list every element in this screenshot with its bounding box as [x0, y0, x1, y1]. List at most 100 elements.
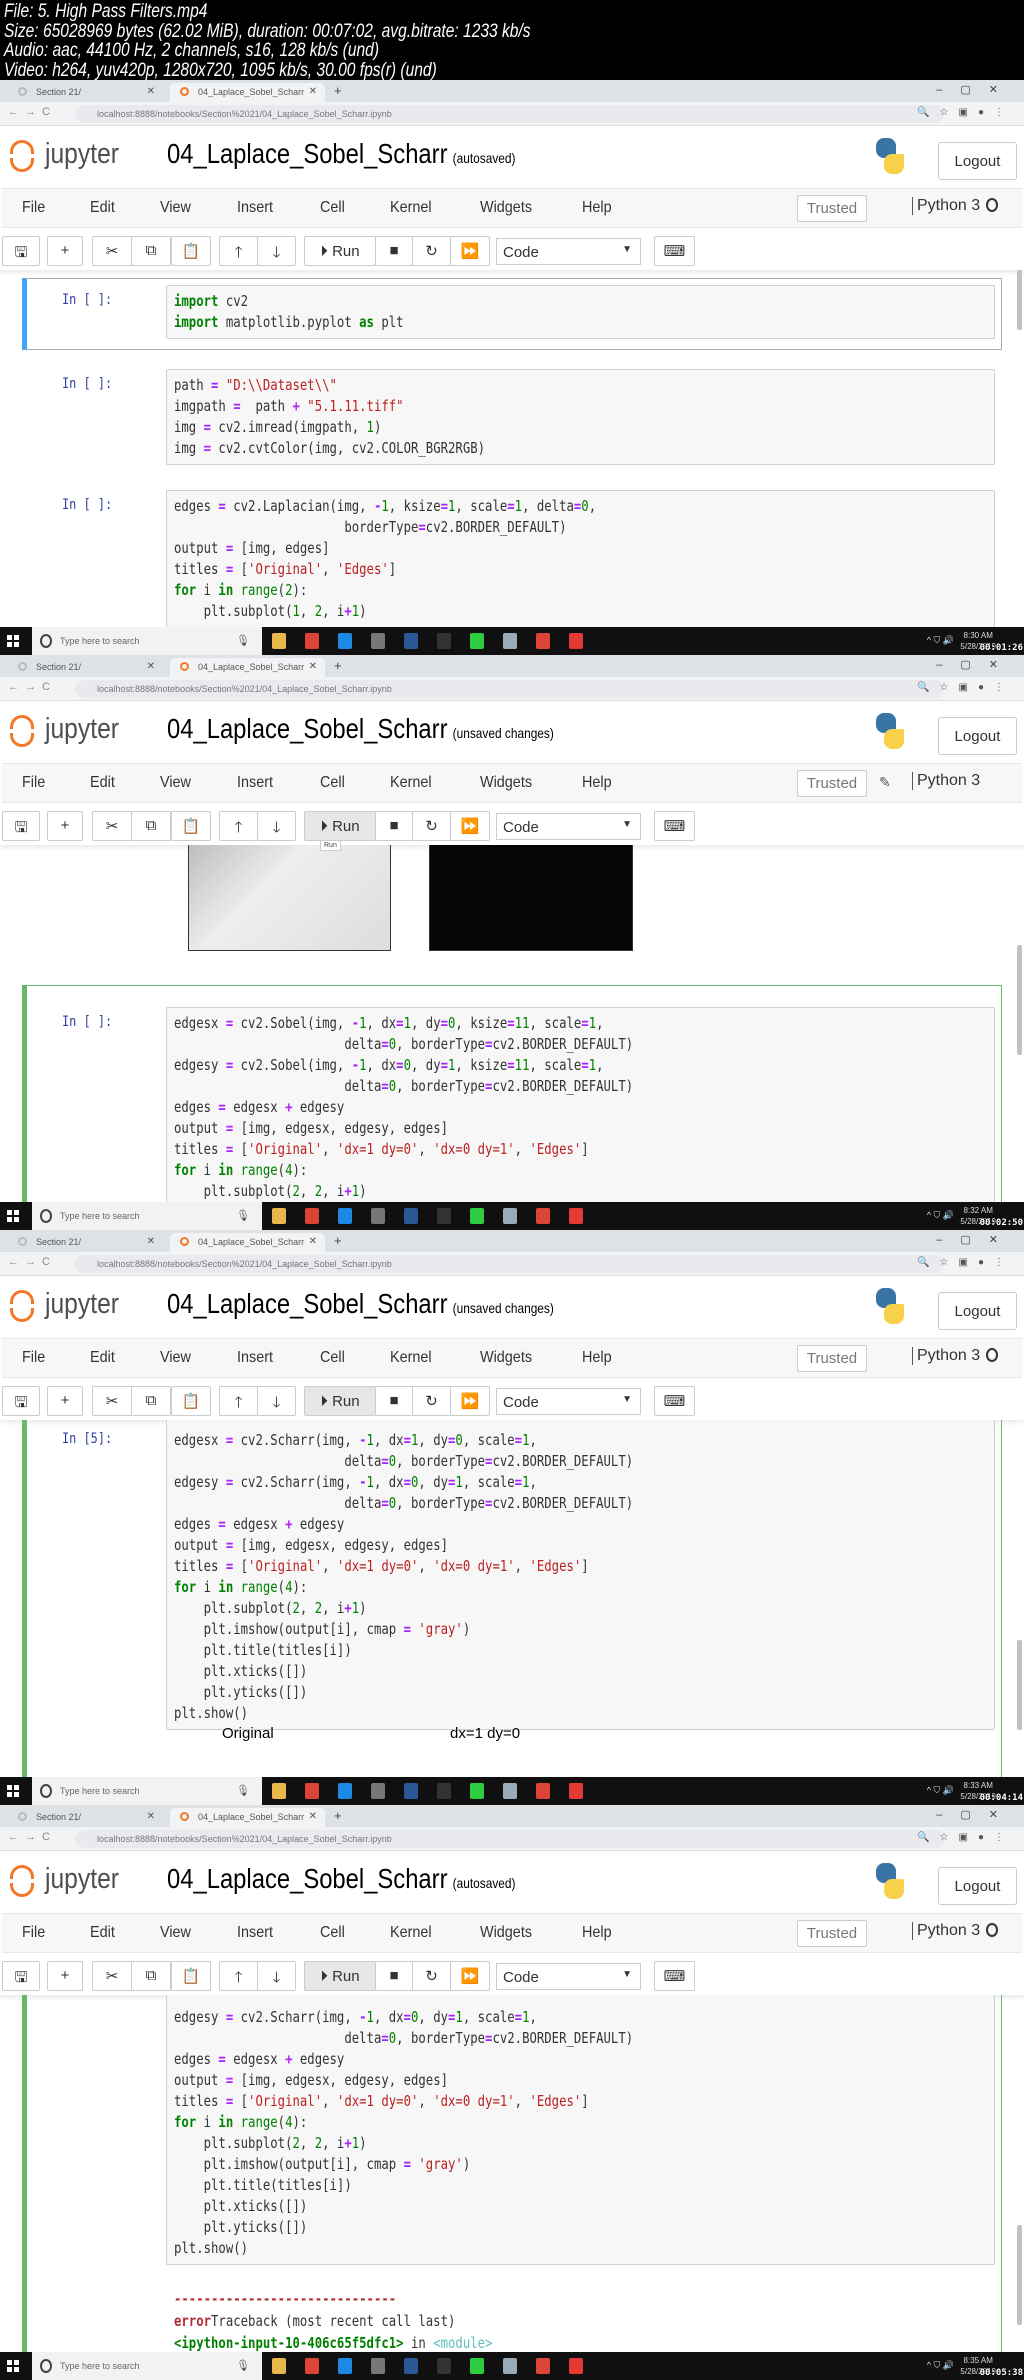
browser-tab[interactable]: Section 21/ ✕	[8, 658, 163, 677]
menu-widgets[interactable]: Widgets	[480, 1924, 532, 1942]
fast-forward-icon[interactable]: ⏩	[450, 236, 490, 266]
system-tray-icons[interactable]: ^ ⛉ 🔊	[927, 1785, 954, 1796]
tab-close-icon[interactable]: ✕	[309, 86, 317, 97]
keyboard-icon[interactable]: ⌨	[654, 1386, 695, 1416]
terminal-icon[interactable]	[437, 1783, 451, 1799]
restart-icon[interactable]: ↻	[412, 811, 451, 841]
run-button[interactable]: ⏵ Run	[304, 1386, 376, 1416]
logout-button[interactable]: Logout	[938, 142, 1017, 180]
move-up-icon[interactable]: 🡑	[219, 811, 258, 841]
tab-close-icon[interactable]: ✕	[309, 661, 317, 672]
menu-view[interactable]: View	[160, 199, 191, 217]
run-button[interactable]: ⏵ Run	[304, 1961, 376, 1991]
new-tab-button[interactable]: +	[334, 83, 342, 98]
new-tab-button[interactable]: +	[334, 1233, 342, 1248]
cut-icon[interactable]: ✂	[92, 236, 132, 266]
copy-icon[interactable]: ⧉	[131, 1386, 171, 1416]
browser-tab[interactable]: 04_Laplace_Sobel_Scharr ✕	[170, 1808, 325, 1827]
vscode-icon[interactable]	[338, 1208, 352, 1224]
scrollbar[interactable]	[1017, 945, 1022, 1055]
taskbar-search[interactable]: Type here to search 🎙	[32, 1777, 262, 1805]
browser-toolbar-icons[interactable]: 🔍☆▣●⋮	[917, 1832, 1014, 1843]
move-down-icon[interactable]: 🡓	[257, 236, 296, 266]
chrome-icon[interactable]	[536, 1208, 550, 1224]
menu-insert[interactable]: Insert	[237, 199, 273, 217]
scrollbar[interactable]	[1017, 270, 1022, 330]
terminal-icon[interactable]	[437, 2358, 451, 2374]
browser-toolbar-icons[interactable]: 🔍☆▣●⋮	[917, 107, 1014, 118]
word-icon[interactable]	[404, 633, 418, 649]
menu-kernel[interactable]: Kernel	[390, 1349, 432, 1367]
window-controls[interactable]: –▢✕	[936, 1808, 1016, 1821]
recorder-icon[interactable]	[569, 633, 583, 649]
terminal-icon[interactable]	[437, 633, 451, 649]
windows-start-icon[interactable]	[7, 635, 19, 647]
notebook-title[interactable]: 04_Laplace_Sobel_Scharr (unsaved changes)	[167, 713, 554, 745]
keyboard-icon[interactable]: ⌨	[654, 1961, 695, 1991]
logout-button[interactable]: Logout	[938, 1867, 1017, 1905]
recorder-icon[interactable]	[569, 1208, 583, 1224]
camera-icon[interactable]	[371, 1783, 385, 1799]
menu-file[interactable]: File	[22, 199, 45, 217]
nav-buttons[interactable]: ←→C	[8, 1256, 56, 1268]
notepad-icon[interactable]	[503, 633, 517, 649]
tab-close-icon[interactable]: ✕	[309, 1236, 317, 1247]
new-tab-button[interactable]: +	[334, 658, 342, 673]
run-button[interactable]: ⏵ Run	[304, 236, 376, 266]
browser-tab[interactable]: 04_Laplace_Sobel_Scharr ✕	[170, 83, 325, 102]
menu-edit[interactable]: Edit	[90, 1349, 115, 1367]
restart-icon[interactable]: ↻	[412, 1961, 451, 1991]
notepad-icon[interactable]	[503, 1208, 517, 1224]
chrome-icon[interactable]	[536, 2358, 550, 2374]
menu-help[interactable]: Help	[582, 1349, 612, 1367]
insert-cell-icon[interactable]: +	[47, 811, 83, 841]
browser-tab[interactable]: Section 21/ ✕	[8, 1233, 163, 1252]
trusted-button[interactable]: Trusted	[797, 195, 867, 222]
windows-start-icon[interactable]	[7, 1210, 19, 1222]
cell-type-select[interactable]: Code ▼	[496, 1388, 641, 1415]
menu-view[interactable]: View	[160, 1924, 191, 1942]
paste-icon[interactable]: 📋	[171, 811, 211, 841]
cut-icon[interactable]: ✂	[92, 811, 132, 841]
menu-kernel[interactable]: Kernel	[390, 199, 432, 217]
menu-insert[interactable]: Insert	[237, 1924, 273, 1942]
menu-insert[interactable]: Insert	[237, 774, 273, 792]
trusted-button[interactable]: Trusted	[797, 1920, 867, 1947]
save-icon[interactable]: 🖫	[2, 236, 40, 266]
tab-close-icon[interactable]: ✕	[147, 86, 155, 97]
camtasia-icon[interactable]	[470, 2358, 484, 2374]
cut-icon[interactable]: ✂	[92, 1961, 132, 1991]
windows-start-icon[interactable]	[7, 1785, 19, 1797]
window-controls[interactable]: –▢✕	[936, 1233, 1016, 1246]
tab-close-icon[interactable]: ✕	[147, 1811, 155, 1822]
url-input[interactable]: localhost:8888/notebooks/Section%2021/04…	[75, 1830, 944, 1848]
taskbar-search[interactable]: Type here to search 🎙	[32, 627, 262, 655]
jupyter-logo-icon[interactable]	[8, 713, 36, 749]
keyboard-icon[interactable]: ⌨	[654, 236, 695, 266]
trusted-button[interactable]: Trusted	[797, 1345, 867, 1372]
browser-tab[interactable]: 04_Laplace_Sobel_Scharr ✕	[170, 658, 325, 677]
fast-forward-icon[interactable]: ⏩	[450, 1961, 490, 1991]
menu-edit[interactable]: Edit	[90, 774, 115, 792]
move-down-icon[interactable]: 🡓	[257, 1961, 296, 1991]
chrome-icon[interactable]	[536, 633, 550, 649]
notepad-icon[interactable]	[503, 1783, 517, 1799]
move-down-icon[interactable]: 🡓	[257, 811, 296, 841]
menu-widgets[interactable]: Widgets	[480, 774, 532, 792]
insert-cell-icon[interactable]: +	[47, 236, 83, 266]
recorder-icon[interactable]	[569, 2358, 583, 2374]
cut-icon[interactable]: ✂	[92, 1386, 132, 1416]
new-tab-button[interactable]: +	[334, 1808, 342, 1823]
paste-icon[interactable]: 📋	[171, 1961, 211, 1991]
file-explorer-icon[interactable]	[272, 1783, 286, 1799]
insert-cell-icon[interactable]: +	[47, 1386, 83, 1416]
cell-type-select[interactable]: Code ▼	[496, 813, 641, 840]
menu-kernel[interactable]: Kernel	[390, 1924, 432, 1942]
nav-buttons[interactable]: ←→C	[8, 681, 56, 693]
system-tray-icons[interactable]: ^ ⛉ 🔊	[927, 635, 954, 646]
notepad-icon[interactable]	[503, 2358, 517, 2374]
save-icon[interactable]: 🖫	[2, 1386, 40, 1416]
file-explorer-icon[interactable]	[272, 1208, 286, 1224]
browser-toolbar-icons[interactable]: 🔍☆▣●⋮	[917, 1257, 1014, 1268]
menu-kernel[interactable]: Kernel	[390, 774, 432, 792]
